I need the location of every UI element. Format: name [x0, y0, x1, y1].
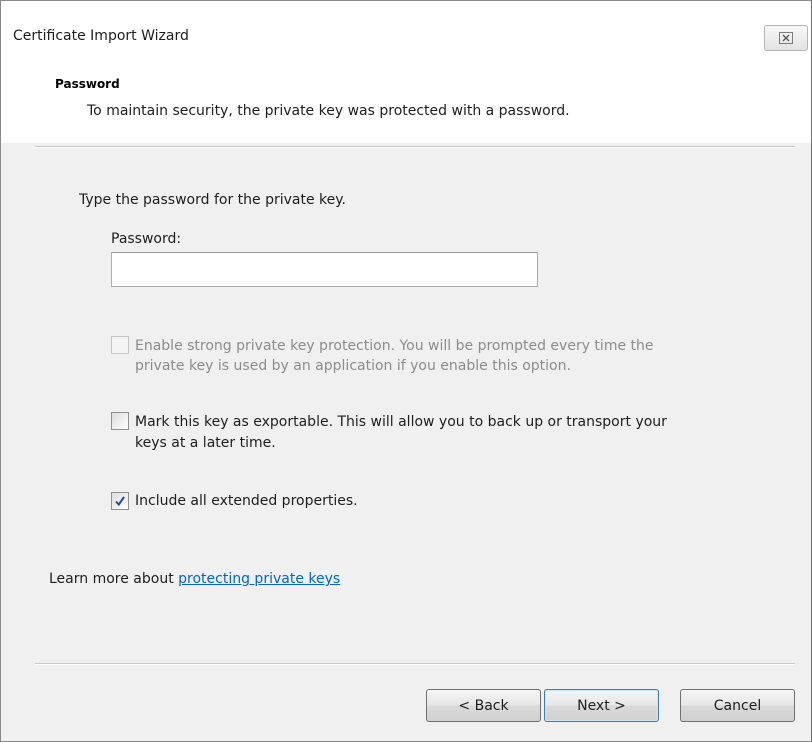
strong-protection-label-line1: Enable strong private key protection. Yo…	[135, 338, 654, 354]
wizard-header: Password To maintain security, the priva…	[1, 65, 811, 143]
strong-protection-checkbox[interactable]	[111, 336, 129, 354]
extended-properties-checkbox[interactable]	[111, 492, 129, 510]
strong-protection-label-line2: private key is used by an application if…	[135, 358, 571, 374]
exportable-label-line2: keys at a later time.	[135, 435, 276, 451]
next-button[interactable]: Next >	[544, 689, 659, 722]
back-button[interactable]: < Back	[426, 689, 541, 722]
exportable-label-line1: Mark this key as exportable. This will a…	[135, 414, 667, 430]
learn-more-prefix: Learn more about	[49, 571, 179, 587]
page-title: Password	[55, 77, 120, 91]
title-bar[interactable]: Certificate Import Wizard	[1, 1, 811, 65]
protecting-private-keys-link[interactable]: protecting private keys	[178, 571, 340, 587]
password-label: Password:	[111, 231, 182, 247]
close-button[interactable]	[764, 25, 808, 51]
header-divider	[35, 146, 795, 148]
checkmark-icon	[115, 496, 125, 507]
certificate-import-wizard-window: Certificate Import Wizard Password To ma…	[0, 0, 812, 742]
password-input[interactable]	[111, 252, 538, 287]
password-instruction: Type the password for the private key.	[79, 192, 346, 208]
cancel-button[interactable]: Cancel	[680, 689, 795, 722]
close-icon	[779, 32, 793, 44]
extended-properties-label: Include all extended properties.	[135, 493, 358, 509]
exportable-checkbox[interactable]	[111, 412, 129, 430]
learn-more-text: Learn more about protecting private keys	[49, 569, 340, 589]
page-description: To maintain security, the private key wa…	[87, 103, 570, 119]
footer-divider	[35, 663, 795, 665]
window-title: Certificate Import Wizard	[13, 28, 189, 44]
